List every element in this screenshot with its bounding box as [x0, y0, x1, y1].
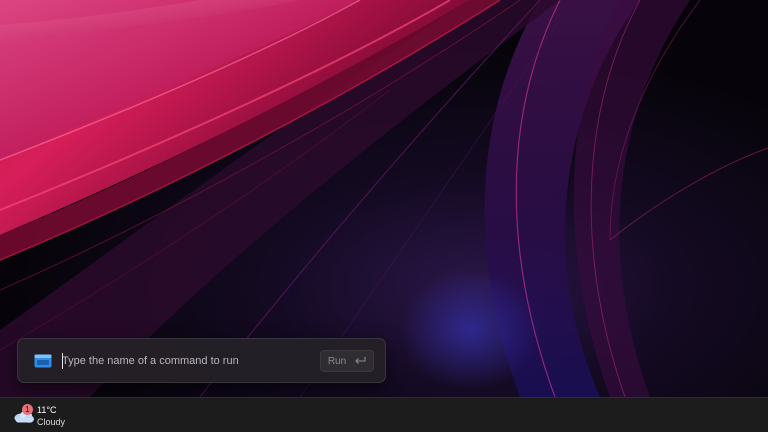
- notification-badge: 1: [22, 404, 33, 415]
- text-caret: [62, 353, 63, 369]
- weather-condition: Cloudy: [37, 417, 66, 427]
- desktop: Run 1 11°C Cloudy: [0, 0, 768, 432]
- run-command-input[interactable]: [62, 350, 312, 372]
- run-button-label: Run: [327, 355, 347, 367]
- run-dialog: Run: [17, 338, 386, 383]
- enter-key-icon: [355, 357, 366, 364]
- weather-temperature: 11°C: [37, 405, 57, 415]
- taskbar: 1 11°C Cloudy: [0, 397, 768, 432]
- run-button[interactable]: Run: [320, 350, 374, 372]
- run-window-icon: [34, 354, 52, 368]
- weather-widget[interactable]: 1 11°C Cloudy: [11, 401, 81, 429]
